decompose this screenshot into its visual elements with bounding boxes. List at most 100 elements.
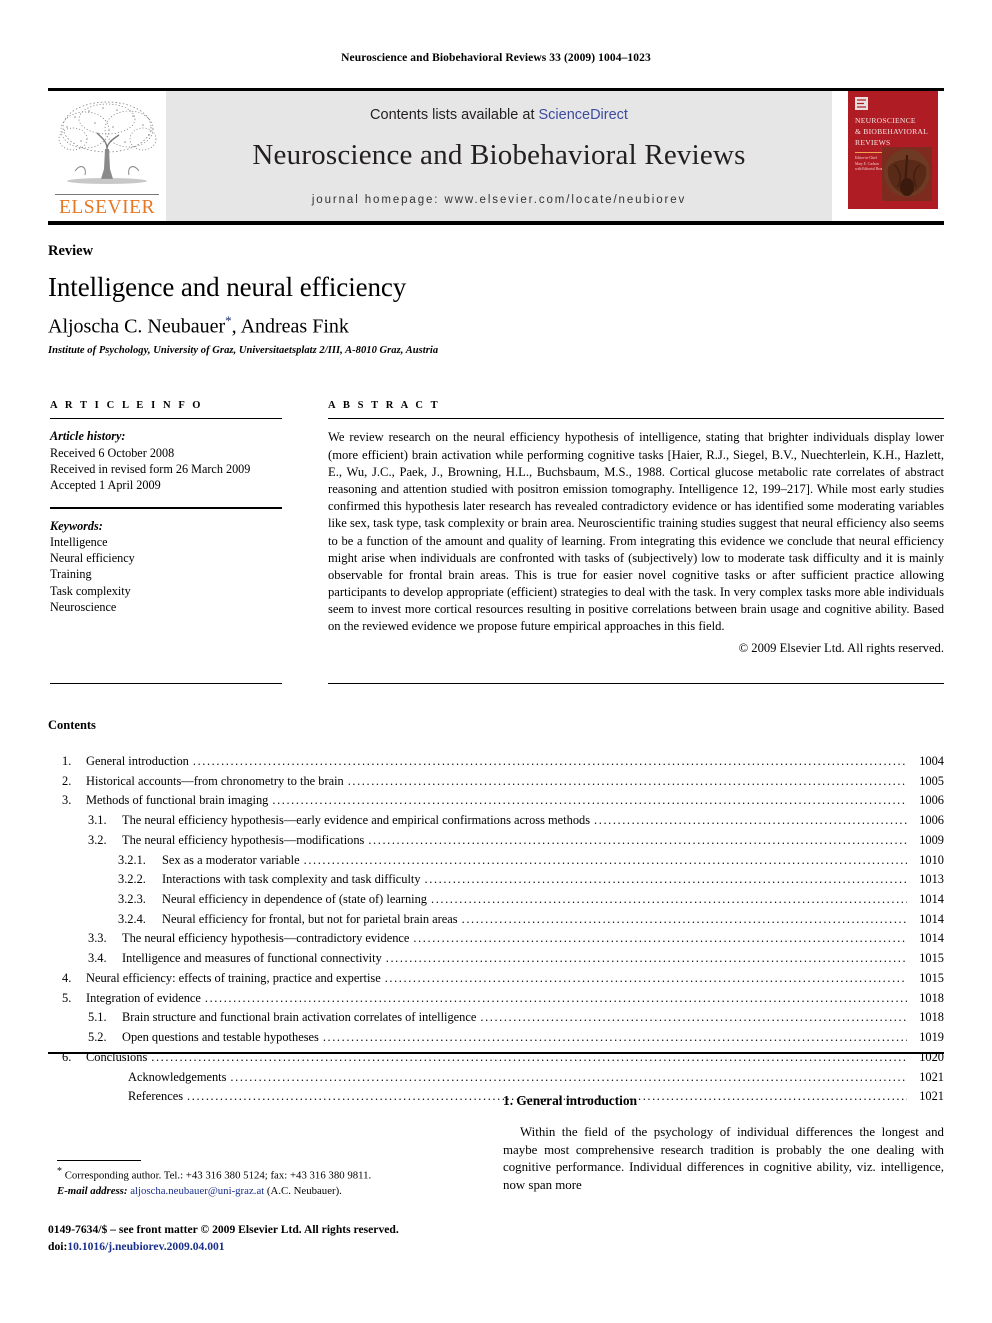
issn-front-matter: 0149-7634/$ – see front matter © 2009 El… (48, 1223, 399, 1236)
masthead-bottom-rule (48, 221, 944, 225)
toc-entry[interactable]: 3.4. Intelligence and measures of functio… (48, 949, 944, 969)
article-type: Review (48, 243, 94, 259)
toc-entry-number: 3.2.3. (118, 892, 146, 907)
toc-entry[interactable]: 2. Historical accounts—from chronometry t… (48, 772, 944, 792)
contents-available-line: Contents lists available at ScienceDirec… (370, 107, 628, 123)
toc-leader-dots: ........................................… (385, 951, 907, 966)
author-list: Aljoscha C. Neubauer*, Andreas Fink (48, 313, 349, 339)
corresponding-author-footnote: * Corresponding author. Tel.: +43 316 38… (57, 1165, 457, 1199)
author-secondary: , Andreas Fink (231, 315, 349, 338)
cover-title-line1: NEUROSCIENCE (855, 116, 916, 125)
masthead-center: Contents lists available at ScienceDirec… (166, 91, 832, 221)
toc-entry-label: Methods of functional brain imaging (86, 793, 269, 808)
toc-entry[interactable]: 3.2.1. Sex as a moderator variable.......… (48, 851, 944, 871)
keyword-item: Neural efficiency (50, 551, 135, 566)
elsevier-tree-icon (58, 101, 157, 184)
toc-entry-page: 1015 (919, 951, 944, 966)
toc-leader-dots: ........................................… (368, 832, 907, 847)
toc-entry-page: 1021 (919, 1069, 944, 1084)
abstract-rule (328, 418, 944, 420)
cover-title: NEUROSCIENCE & BIOBEHAVIORAL REVIEWS (855, 115, 931, 148)
toc-entry-page: 1021 (919, 1089, 944, 1104)
toc-entry[interactable]: Acknowledgements........................… (48, 1068, 944, 1088)
toc-entry-number: 3.1. (88, 813, 107, 828)
keywords-rule (50, 507, 282, 509)
toc-entry-page: 1020 (919, 1049, 944, 1064)
toc-entry[interactable]: 6. Conclusions...........................… (48, 1048, 944, 1068)
abstract-heading: A B S T R A C T (328, 400, 441, 411)
toc-entry-label: Brain structure and functional brain act… (122, 1010, 477, 1025)
toc-entry[interactable]: 3.2.2. Interactions with task complexity … (48, 870, 944, 890)
author-primary: Aljoscha C. Neubauer (48, 315, 226, 338)
toc-entry-page: 1019 (919, 1030, 944, 1045)
keywords-block: Keywords: Intelligence Neural efficiency… (50, 518, 282, 615)
toc-entry[interactable]: 3. Methods of functional brain imaging...… (48, 791, 944, 811)
toc-leader-dots: ........................................… (461, 911, 907, 926)
elsevier-mark-icon (855, 97, 868, 110)
toc-entry-label: Historical accounts—from chronometry to … (86, 773, 344, 788)
article-history-block: Article history: Received 6 October 2008… (50, 428, 282, 493)
footnote-text: Corresponding author. Tel.: +43 316 380 … (64, 1169, 372, 1182)
doi-link[interactable]: 10.1016/j.neubiorev.2009.04.001 (67, 1240, 224, 1253)
footnote-rule (57, 1160, 141, 1162)
toc-entry-number: 6. (62, 1049, 72, 1064)
toc-entry-number: 2. (62, 773, 72, 788)
contents-prefix: Contents lists available at (370, 106, 539, 123)
toc-entry-page: 1014 (919, 931, 944, 946)
contents-heading: Contents (48, 718, 96, 732)
toc-entry[interactable]: 3.1. The neural efficiency hypothesis—ear… (48, 811, 944, 831)
toc-entry-label: The neural efficiency hypothesis—early e… (122, 813, 591, 828)
elsevier-logo: ELSEVIER (48, 91, 166, 221)
toc-entry-label: Sex as a moderator variable (162, 852, 300, 867)
toc-leader-dots: ........................................… (431, 892, 907, 907)
toc-entry[interactable]: 3.2.3. Neural efficiency in dependence of… (48, 890, 944, 910)
toc-entry-label: Conclusions (86, 1049, 148, 1064)
toc-entry-number: 3.2.1. (118, 852, 146, 867)
toc-entry-page: 1004 (919, 754, 944, 768)
article-info-column: A R T I C L E I N F O Article history: R… (50, 400, 282, 615)
running-head: Neuroscience and Biobehavioral Reviews 3… (341, 52, 651, 64)
toc-entry[interactable]: References..............................… (48, 1087, 944, 1107)
email-attribution: (A.C. Neubauer). (264, 1184, 342, 1197)
page-title: Intelligence and neural efficiency (48, 272, 407, 302)
toc-leader-dots: ........................................… (230, 1069, 907, 1084)
toc-entry-page: 1006 (919, 793, 944, 808)
doi-label: doi: (48, 1239, 68, 1253)
toc-entry-number: 4. (62, 970, 72, 985)
abstract-text: We review research on the neural efficie… (328, 430, 944, 634)
journal-masthead: ELSEVIER Contents lists available at Sci… (48, 88, 944, 225)
toc-entry[interactable]: 3.3. The neural efficiency hypothesis—con… (48, 929, 944, 949)
toc-entry[interactable]: 5.2. Open questions and testable hypothes… (48, 1028, 944, 1048)
keyword-item: Training (50, 567, 92, 582)
abstract-copyright: © 2009 Elsevier Ltd. All rights reserved… (738, 640, 944, 655)
doi-line: doi:10.1016/j.neubiorev.2009.04.001 (48, 1239, 468, 1256)
toc-entry-page: 1009 (919, 832, 944, 847)
toc-entry-page: 1014 (919, 892, 944, 907)
toc-entry-page: 1013 (919, 872, 944, 887)
toc-entry-label: Neural efficiency for frontal, but not f… (162, 911, 458, 926)
sciencedirect-link[interactable]: ScienceDirect (539, 107, 628, 123)
toc-entry[interactable]: 5.1. Brain structure and functional brain… (48, 1008, 944, 1028)
toc-entry-page: 1018 (919, 1010, 944, 1025)
toc-entry-page: 1015 (919, 970, 944, 985)
toc-leader-dots: ........................................… (594, 813, 907, 828)
toc-entry[interactable]: 3.2.4. Neural efficiency for frontal, but… (48, 910, 944, 930)
toc-entry[interactable]: 1. General introduction..................… (48, 752, 944, 772)
keyword-item: Neuroscience (50, 599, 117, 614)
cover-title-line2: & BIOBEHAVIORAL (855, 127, 929, 136)
toc-entry[interactable]: 5. Integration of evidence...............… (48, 989, 944, 1009)
author-email-link[interactable]: aljoscha.neubauer@uni-graz.at (130, 1185, 264, 1197)
journal-homepage-link[interactable]: journal homepage: www.elsevier.com/locat… (312, 194, 686, 206)
toc-entry-label: Neural efficiency in dependence of (stat… (162, 892, 428, 907)
toc-entry-page: 1010 (919, 852, 944, 867)
journal-article-page: Neuroscience and Biobehavioral Reviews 3… (0, 0, 992, 1323)
introduction-paragraph: Within the field of the psychology of in… (503, 1125, 944, 1193)
toc-entry[interactable]: 4. Neural efficiency: effects of training… (48, 969, 944, 989)
toc-entry-label: Integration of evidence (86, 990, 201, 1005)
toc-leader-dots: ........................................… (192, 754, 907, 768)
abstract-column: A B S T R A C T We review research on th… (328, 400, 944, 656)
toc-entry-number: 3.2.2. (118, 872, 146, 887)
toc-entry[interactable]: 3.2. The neural efficiency hypothesis—mod… (48, 831, 944, 851)
toc-entry-label: Intelligence and measures of functional … (122, 951, 382, 966)
toc-entry-label: General introduction (86, 754, 189, 768)
